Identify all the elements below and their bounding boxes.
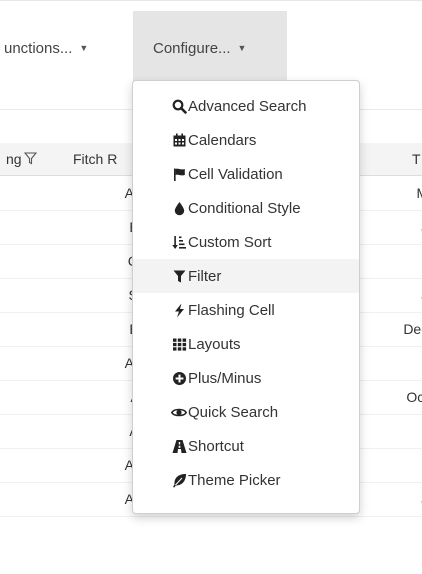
menu-item-plus-minus[interactable]: Plus/Minus (133, 361, 359, 395)
menu-item-theme-picker[interactable]: Theme Picker (133, 463, 359, 497)
date-cell: Dece (403, 321, 422, 337)
column-header-label: Fitch R (73, 151, 118, 167)
menu-item-custom-sort[interactable]: Custom Sort (133, 225, 359, 259)
column-header-label: ng (6, 151, 22, 167)
calendar-icon (171, 132, 187, 148)
date-cell: M (356, 414, 422, 448)
date-cell: A (356, 346, 422, 380)
menu-item-filter[interactable]: Filter (133, 259, 359, 293)
column-header-date[interactable]: T (412, 143, 421, 175)
plus-circle-icon (171, 370, 187, 386)
menu-item-calendars[interactable]: Calendars (133, 123, 359, 157)
date-cell: Octo (406, 389, 422, 405)
menu-item-label: Layouts (188, 335, 241, 353)
menu-item-layouts[interactable]: Layouts (133, 327, 359, 361)
configure-dropdown-menu: Advanced Search Calendars Cell Validatio… (132, 80, 360, 514)
road-icon (171, 438, 187, 454)
sort-icon (171, 234, 187, 250)
menu-item-advanced-search[interactable]: Advanced Search (133, 89, 359, 123)
flash-icon (171, 302, 187, 318)
configure-label: Configure... (153, 39, 231, 57)
filter-icon (171, 268, 187, 284)
filter-icon[interactable] (23, 144, 37, 176)
menu-item-label: Filter (188, 267, 222, 285)
menu-item-flashing-cell[interactable]: Flashing Cell (133, 293, 359, 327)
column-header-label: T (412, 151, 421, 167)
layouts-icon (171, 336, 187, 352)
search-icon (171, 98, 187, 114)
leaf-icon (171, 472, 187, 488)
menu-item-label: Custom Sort (188, 233, 272, 251)
flag-icon (171, 166, 187, 182)
menu-item-label: Advanced Search (188, 97, 307, 115)
menu-item-label: Calendars (188, 131, 257, 149)
menu-item-shortcut[interactable]: Shortcut (133, 429, 359, 463)
menu-item-label: Conditional Style (188, 199, 301, 217)
menu-item-cell-validation[interactable]: Cell Validation (133, 157, 359, 191)
date-cell: Ju (356, 210, 422, 244)
functions-dropdown-button[interactable]: unctions... ▼ (0, 11, 132, 85)
date-cell: Ju (356, 482, 422, 516)
menu-item-label: Theme Picker (188, 471, 281, 489)
caret-down-icon: ▼ (237, 43, 247, 53)
column-header-rating[interactable]: ng (6, 143, 37, 175)
menu-item-label: Shortcut (188, 437, 244, 455)
menu-item-label: Cell Validation (188, 165, 283, 183)
eye-icon (171, 404, 187, 420)
column-header-fitch-rating[interactable]: Fitch R (73, 143, 117, 175)
menu-item-label: Plus/Minus (188, 369, 262, 387)
date-cell: M (356, 244, 422, 278)
menu-item-conditional-style[interactable]: Conditional Style (133, 191, 359, 225)
date-cell: Ju (356, 278, 422, 312)
configure-dropdown-button[interactable]: Configure... ▼ (133, 11, 287, 85)
caret-down-icon: ▼ (79, 43, 89, 53)
menu-item-label: Flashing Cell (188, 301, 275, 319)
functions-label: unctions... (4, 39, 73, 57)
date-cell: M (356, 448, 422, 482)
tint-icon (171, 200, 187, 216)
menu-item-quick-search[interactable]: Quick Search (133, 395, 359, 429)
menu-item-label: Quick Search (188, 403, 279, 421)
date-cell: Ma (356, 176, 422, 210)
